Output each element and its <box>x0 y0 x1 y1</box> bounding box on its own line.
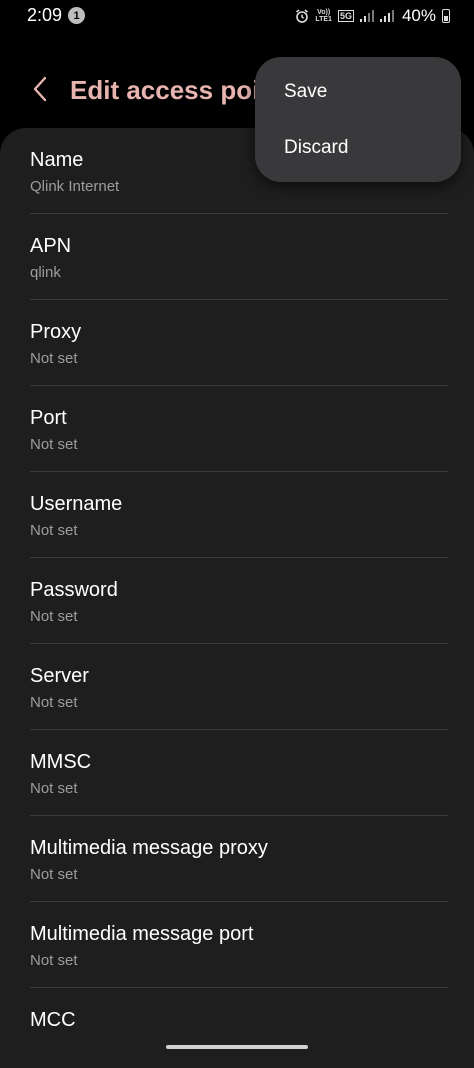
field-label: Multimedia message port <box>30 923 254 945</box>
chevron-left-icon <box>33 76 47 102</box>
field-label: MCC <box>30 1009 76 1031</box>
status-icons: Vo)) LTE1 5G 40% <box>295 6 450 26</box>
field-password[interactable]: Password Not set <box>0 558 474 644</box>
battery-percent: 40% <box>401 6 436 25</box>
field-label: APN <box>30 235 72 257</box>
apn-settings-list: Name Qlink Internet APN qlink Proxy Not … <box>0 128 474 1068</box>
overflow-menu: Save Discard <box>255 57 461 182</box>
field-mms-port[interactable]: Multimedia message port Not set <box>0 902 474 988</box>
field-value: Not set <box>30 866 78 883</box>
status-bar: 2:09 1 Vo)) LTE1 5G 40% <box>0 0 474 32</box>
field-server[interactable]: Server Not set <box>0 644 474 730</box>
field-label: Server <box>30 665 89 687</box>
field-value: qlink <box>30 264 61 281</box>
field-label: Password <box>30 579 118 601</box>
field-label: Proxy <box>30 321 82 343</box>
field-label: Username <box>30 493 123 515</box>
volte-bottom-label: LTE1 <box>315 16 332 23</box>
field-proxy[interactable]: Proxy Not set <box>0 300 474 386</box>
signal-icon <box>359 10 374 22</box>
field-mcc[interactable]: MCC <box>0 988 474 1068</box>
field-value: Not set <box>30 608 78 625</box>
field-value: Not set <box>30 522 78 539</box>
volte-top-label: Vo)) <box>317 9 331 16</box>
volte-icon: Vo)) LTE1 <box>315 9 332 23</box>
field-mmsc[interactable]: MMSC Not set <box>0 730 474 816</box>
field-port[interactable]: Port Not set <box>0 386 474 472</box>
status-time: 2:09 <box>27 5 63 25</box>
field-value: Not set <box>30 780 78 797</box>
battery-icon <box>442 9 450 23</box>
field-label: Multimedia message proxy <box>30 837 268 859</box>
field-value: Not set <box>30 436 78 453</box>
field-value: Qlink Internet <box>30 178 120 195</box>
field-label: Name <box>30 149 84 171</box>
back-button[interactable] <box>24 73 56 105</box>
save-menu-item[interactable]: Save <box>284 81 327 103</box>
field-username[interactable]: Username Not set <box>0 472 474 558</box>
field-label: Port <box>30 407 67 429</box>
field-apn[interactable]: APN qlink <box>0 214 474 300</box>
field-label: MMSC <box>30 751 92 773</box>
signal-icon-sim2 <box>379 10 394 22</box>
field-mms-proxy[interactable]: Multimedia message proxy Not set <box>0 816 474 902</box>
network-type-icon: 5G <box>337 10 354 22</box>
field-value: Not set <box>30 952 78 969</box>
discard-menu-item[interactable]: Discard <box>284 137 348 159</box>
page-title: Edit access point <box>70 75 284 105</box>
alarm-icon <box>296 9 309 23</box>
notification-count-badge: 1 <box>68 7 85 24</box>
home-gesture-bar[interactable] <box>166 1045 308 1049</box>
field-value: Not set <box>30 694 78 711</box>
field-value: Not set <box>30 350 78 367</box>
